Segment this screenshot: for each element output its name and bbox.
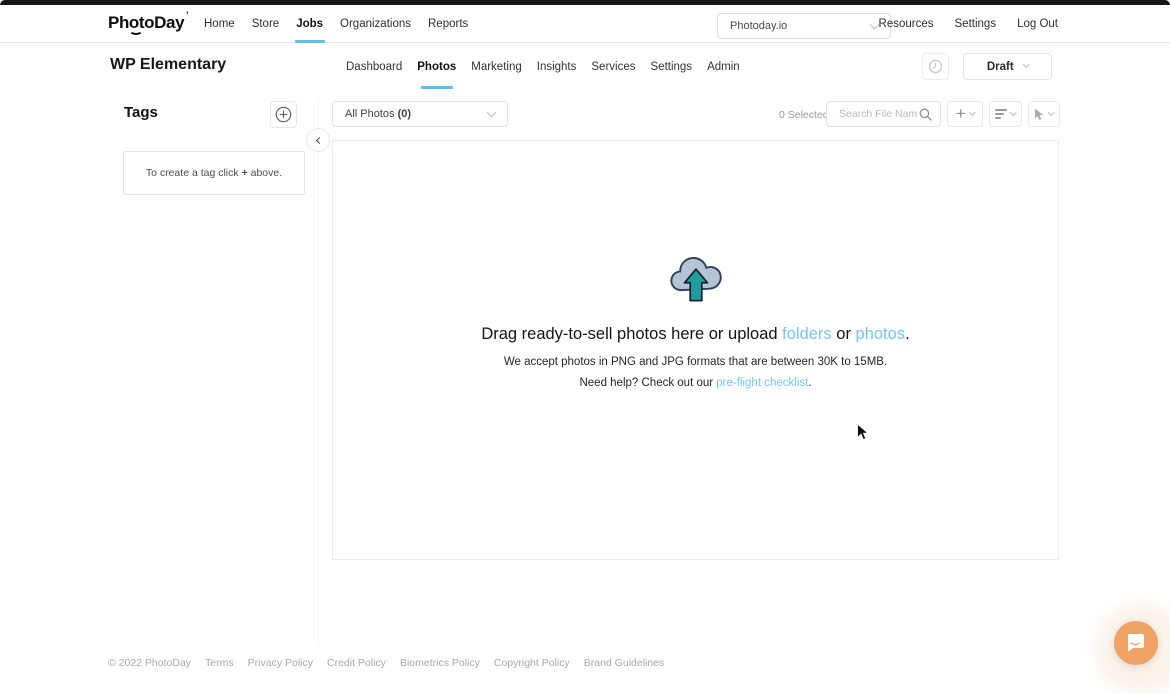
- tab-marketing[interactable]: Marketing: [471, 43, 522, 90]
- tab-services[interactable]: Services: [591, 43, 635, 90]
- cursor-select-icon: [1034, 108, 1045, 121]
- upload-folders-link[interactable]: folders: [782, 325, 832, 343]
- chevron-down-icon: [1023, 61, 1029, 67]
- job-tabs: Dashboard Photos Marketing Insights Serv…: [346, 43, 740, 90]
- nav-item-home[interactable]: Home: [204, 5, 235, 43]
- empty-tags-hint: To create a tag click + above.: [123, 151, 305, 195]
- account-selector-value: Photoday.io: [730, 20, 787, 32]
- header-right-nav: Resources Settings Log Out: [879, 5, 1058, 43]
- chevron-down-icon: [1048, 109, 1054, 115]
- footer-link-copyright-policy[interactable]: Copyright Policy: [494, 657, 570, 669]
- nav-item-reports[interactable]: Reports: [428, 5, 468, 43]
- nav-item-jobs-label: Jobs: [296, 18, 323, 30]
- help-text: Need help? Check out our: [579, 377, 716, 389]
- headline-period: .: [905, 325, 910, 343]
- sort-icon: [995, 109, 1007, 119]
- mouse-cursor: [856, 423, 869, 447]
- tab-dashboard[interactable]: Dashboard: [346, 43, 402, 90]
- job-status-label: Draft: [987, 61, 1014, 73]
- headline-text: Drag ready-to-sell photos here or upload: [481, 325, 782, 343]
- chevron-down-icon: [487, 107, 497, 117]
- chevron-down-icon: [1010, 109, 1016, 115]
- nav-item-store[interactable]: Store: [252, 5, 280, 43]
- collapse-sidebar-button[interactable]: [306, 128, 330, 152]
- nav-item-jobs[interactable]: Jobs: [296, 5, 323, 43]
- formats-note: We accept photos in PNG and JPG formats …: [504, 356, 887, 368]
- footer-link-credit-policy[interactable]: Credit Policy: [327, 657, 386, 669]
- tab-admin[interactable]: Admin: [707, 43, 740, 90]
- nav-item-logout[interactable]: Log Out: [1017, 5, 1058, 43]
- photo-upload-dropzone[interactable]: Drag ready-to-sell photos here or upload…: [332, 140, 1059, 560]
- page-title: WP Elementary: [110, 56, 226, 74]
- photoday-logo[interactable]: PhotoDay ’: [108, 13, 184, 33]
- cloud-upload-icon: [668, 251, 724, 303]
- help-note: Need help? Check out our pre-flight chec…: [579, 377, 811, 389]
- job-status-dropdown[interactable]: Draft: [963, 53, 1052, 80]
- search-icon[interactable]: [919, 108, 932, 121]
- footer-link-brand-guidelines[interactable]: Brand Guidelines: [584, 657, 665, 669]
- account-selector[interactable]: Photoday.io: [717, 13, 891, 39]
- footer-link-biometrics-policy[interactable]: Biometrics Policy: [400, 657, 480, 669]
- nav-item-resources[interactable]: Resources: [879, 5, 934, 43]
- nav-item-settings[interactable]: Settings: [955, 5, 997, 43]
- photo-filter-dropdown[interactable]: All Photos (0): [332, 101, 508, 127]
- main-nav: Home Store Jobs Organizations Reports: [204, 5, 468, 43]
- footer: © 2022 PhotoDay Terms Privacy Policy Cre…: [108, 657, 664, 669]
- upload-photos-link[interactable]: photos: [856, 325, 906, 343]
- clock-icon: [928, 59, 943, 74]
- job-history-button[interactable]: [922, 53, 949, 80]
- main-header: PhotoDay ’ Home Store Jobs Organizations…: [0, 5, 1170, 43]
- active-tab-underline: [421, 86, 453, 89]
- chevron-down-icon: [969, 109, 975, 115]
- tab-settings[interactable]: Settings: [651, 43, 693, 90]
- chevron-left-icon: [315, 136, 322, 143]
- chat-launcher-button[interactable]: [1114, 621, 1158, 665]
- chat-bubble-icon: [1125, 632, 1147, 654]
- add-photos-button[interactable]: +: [947, 101, 983, 127]
- preflight-checklist-link[interactable]: pre-flight checklist: [716, 377, 808, 389]
- photo-filter-value: All Photos (0): [345, 108, 411, 120]
- tab-photos[interactable]: Photos: [417, 43, 456, 90]
- sort-photos-button[interactable]: [989, 101, 1022, 127]
- sidebar-divider: [318, 98, 319, 646]
- add-tag-button[interactable]: [270, 101, 297, 128]
- plus-icon: +: [956, 105, 966, 122]
- dropzone-headline: Drag ready-to-sell photos here or upload…: [481, 325, 909, 344]
- search-input[interactable]: [837, 107, 919, 121]
- logo-trademark-tick: ’: [186, 10, 188, 20]
- tags-section-title: Tags: [124, 104, 158, 121]
- selected-count-label: 0 Selected: [779, 109, 829, 121]
- select-mode-button[interactable]: [1028, 101, 1060, 127]
- help-period: .: [808, 377, 811, 389]
- nav-item-organizations[interactable]: Organizations: [340, 5, 411, 43]
- active-nav-underline: [295, 40, 325, 43]
- logo-smile-mark: [129, 26, 143, 35]
- plus-circle-icon: [275, 106, 292, 123]
- footer-link-privacy-policy[interactable]: Privacy Policy: [248, 657, 313, 669]
- footer-link-terms[interactable]: Terms: [205, 657, 234, 669]
- copyright-text: © 2022 PhotoDay: [108, 657, 191, 669]
- hint-text: To create a tag click: [146, 167, 242, 179]
- tab-insights[interactable]: Insights: [537, 43, 577, 90]
- search-box: [826, 101, 941, 127]
- logo-text: PhotoDay: [108, 13, 184, 32]
- headline-or: or: [832, 325, 856, 343]
- hint-text-suffix: above.: [248, 167, 282, 179]
- tab-photos-label: Photos: [417, 61, 456, 73]
